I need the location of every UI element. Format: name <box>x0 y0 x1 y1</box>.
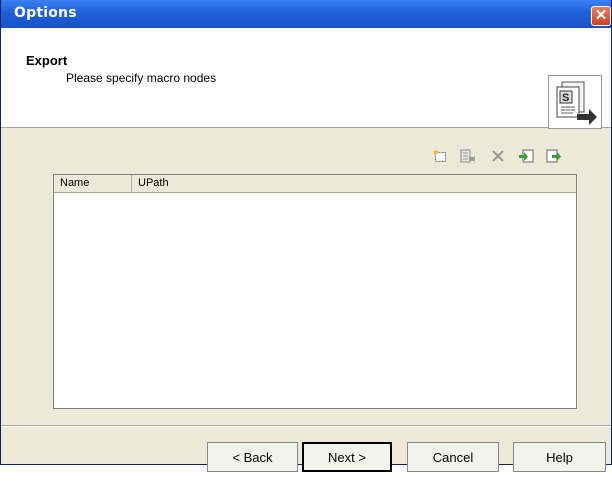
properties-icon <box>460 149 475 164</box>
page-title: Export <box>26 53 68 68</box>
wizard-header: Export Please specify macro nodes S <box>1 28 611 129</box>
column-header-name[interactable]: Name <box>54 175 132 192</box>
column-header-upath[interactable]: UPath <box>132 175 576 192</box>
properties-button[interactable] <box>459 148 475 164</box>
macro-nodes-table[interactable]: Name UPath <box>53 174 577 409</box>
export-document-icon: S <box>548 75 602 129</box>
export-button[interactable] <box>546 148 562 164</box>
options-dialog: Options ✕ Export Please specify macro no… <box>0 0 612 472</box>
close-icon: ✕ <box>594 7 608 24</box>
import-icon <box>519 149 534 163</box>
delete-icon <box>492 150 504 162</box>
page-subtitle: Please specify macro nodes <box>66 71 217 85</box>
back-button[interactable]: < Back <box>207 442 298 472</box>
table-header: Name UPath <box>54 175 576 193</box>
delete-button[interactable] <box>490 148 506 164</box>
cancel-button[interactable]: Cancel <box>407 442 499 472</box>
close-button[interactable]: ✕ <box>591 6 611 26</box>
svg-text:S: S <box>562 92 569 104</box>
new-node-icon <box>433 149 446 162</box>
new-node-button[interactable] <box>433 148 449 164</box>
export-icon <box>546 149 561 163</box>
window-title: Options <box>14 5 77 21</box>
import-button[interactable] <box>518 148 534 164</box>
title-bar[interactable]: Options ✕ <box>1 0 611 28</box>
next-button[interactable]: Next > <box>302 442 392 472</box>
footer-divider <box>1 425 611 427</box>
help-button[interactable]: Help <box>513 442 606 472</box>
